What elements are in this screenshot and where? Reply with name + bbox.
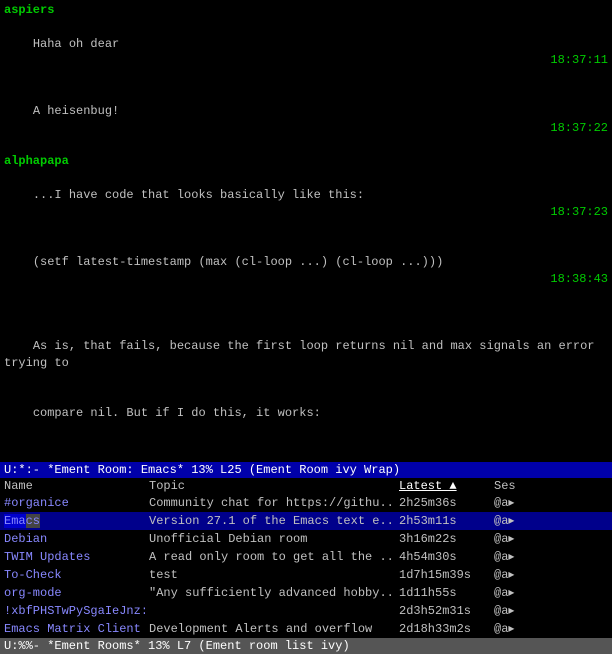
list-item[interactable]: Debian Unofficial Debian room 3h16m22s @… [0, 530, 612, 548]
room-name: Debian [4, 532, 47, 546]
room-name-cell: org-mode [0, 584, 145, 602]
room-topic [145, 602, 395, 620]
chat-line [4, 304, 608, 321]
room-name: !xbfPHSTwPySgaIeJnz:ma... [4, 604, 145, 618]
chat-line: compare nil. But if I do this, it works: [4, 388, 608, 438]
list-item[interactable]: To-Check test 1d7h15m39s @a▸ [0, 566, 612, 584]
modeline-top: U:*:- *Ement Room: Emacs* 13% L25 (Ement… [0, 462, 612, 478]
room-ses: @a▸ [490, 620, 540, 638]
message-text: Haha oh dear [33, 37, 119, 51]
chat-block: aspiers [4, 2, 608, 19]
list-item[interactable]: Emacs Matrix Client Dev... Development A… [0, 620, 612, 638]
message-text: A heisenbug! [33, 104, 119, 118]
room-ses: @a▸ [490, 530, 540, 548]
message-text: compare nil. But if I do this, it works: [33, 406, 321, 420]
col-header-topic: Topic [145, 478, 395, 494]
room-latest: 2d18h33m2s [395, 620, 490, 638]
username: aspiers [4, 3, 54, 17]
timestamp: 18:37:23 [550, 204, 608, 221]
room-name-cell: TWIM Updates [0, 548, 145, 566]
timestamp: 18:37:11 [550, 52, 608, 69]
chat-line: As is, that fails, because the first loo… [4, 321, 608, 388]
rooms-panel: Name Topic Latest ▲ Ses #organice Commun… [0, 478, 612, 638]
room-name-cell: To-Check [0, 566, 145, 584]
room-latest: 4h54m30s [395, 548, 490, 566]
room-name-cell: Debian [0, 530, 145, 548]
room-name-cell: #organice [0, 494, 145, 512]
room-latest: 3h16m22s [395, 530, 490, 548]
timestamp: 18:38:43 [550, 271, 608, 288]
room-ses: @a▸ [490, 602, 540, 620]
room-ses: @a▸ [490, 584, 540, 602]
room-name: TWIM Updates [4, 550, 90, 564]
room-ses: @a▸ [490, 494, 540, 512]
room-topic: Version 27.1 of the Emacs text e... [145, 512, 395, 530]
room-topic: A read only room to get all the ... [145, 548, 395, 566]
room-latest: 2h25m36s [395, 494, 490, 512]
message-text: As is, that fails, because the first loo… [4, 339, 602, 370]
room-topic: "Any sufficiently advanced hobby... [145, 584, 395, 602]
modeline-bottom: U:%%- *Ement Rooms* 13% L7 (Ement room l… [0, 638, 612, 654]
list-item[interactable]: org-mode "Any sufficiently advanced hobb… [0, 584, 612, 602]
room-latest: 2d3h52m31s [395, 602, 490, 620]
chat-line: A heisenbug! 18:37:22 [4, 86, 608, 153]
room-name-cell: Emacs Matrix Client Dev... [0, 620, 145, 638]
message-text: ...I have code that looks basically like… [33, 188, 364, 202]
room-topic: Development Alerts and overflow [145, 620, 395, 638]
rooms-header: Name Topic Latest ▲ Ses [0, 478, 612, 494]
timestamp: 18:37:22 [550, 120, 608, 137]
room-name: Emacs Matrix Client Dev... [4, 622, 145, 636]
modeline-top-text: U:*:- *Ement Room: Emacs* 13% L25 (Ement… [4, 463, 400, 477]
col-header-latest: Latest ▲ [395, 478, 490, 494]
room-ses: @a▸ [490, 566, 540, 584]
room-name: Emacs [4, 514, 40, 528]
chat-block: alphapapa [4, 153, 608, 170]
room-topic: Community chat for https://githu... [145, 494, 395, 512]
room-name: org-mode [4, 586, 62, 600]
room-ses: @a▸ [490, 512, 540, 530]
room-name-cell: Emacs [0, 512, 145, 530]
room-ses: @a▸ [490, 548, 540, 566]
col-header-name: Name [0, 478, 145, 494]
room-name: To-Check [4, 568, 62, 582]
room-latest: 2h53m11s [395, 512, 490, 530]
username: alphapapa [4, 154, 69, 168]
message-text: (setf latest-timestamp (max (cl-loop ...… [33, 255, 443, 269]
room-topic: Unofficial Debian room [145, 530, 395, 548]
room-name: #organice [4, 496, 69, 510]
chat-line: Haha oh dear 18:37:11 [4, 19, 608, 86]
list-item[interactable]: !xbfPHSTwPySgaIeJnz:ma... 2d3h52m31s @a▸ [0, 602, 612, 620]
chat-panel: aspiers Haha oh dear 18:37:11 A heisenbu… [0, 0, 612, 462]
room-topic: test [145, 566, 395, 584]
room-latest: 1d7h15m39s [395, 566, 490, 584]
chat-line [4, 439, 608, 456]
chat-line: (setf latest-timestamp (max (cl-loop ...… [4, 237, 608, 304]
list-item[interactable]: #organice Community chat for https://git… [0, 494, 612, 512]
modeline-bottom-text: U:%%- *Ement Rooms* 13% L7 (Ement room l… [4, 639, 350, 653]
room-name-cell: !xbfPHSTwPySgaIeJnz:ma... [0, 602, 145, 620]
chat-line: ...I have code that looks basically like… [4, 170, 608, 237]
room-latest: 1d11h55s [395, 584, 490, 602]
list-item[interactable]: TWIM Updates A read only room to get all… [0, 548, 612, 566]
col-header-ses: Ses [490, 478, 540, 494]
list-item[interactable]: Emacs Version 27.1 of the Emacs text e..… [0, 512, 612, 530]
